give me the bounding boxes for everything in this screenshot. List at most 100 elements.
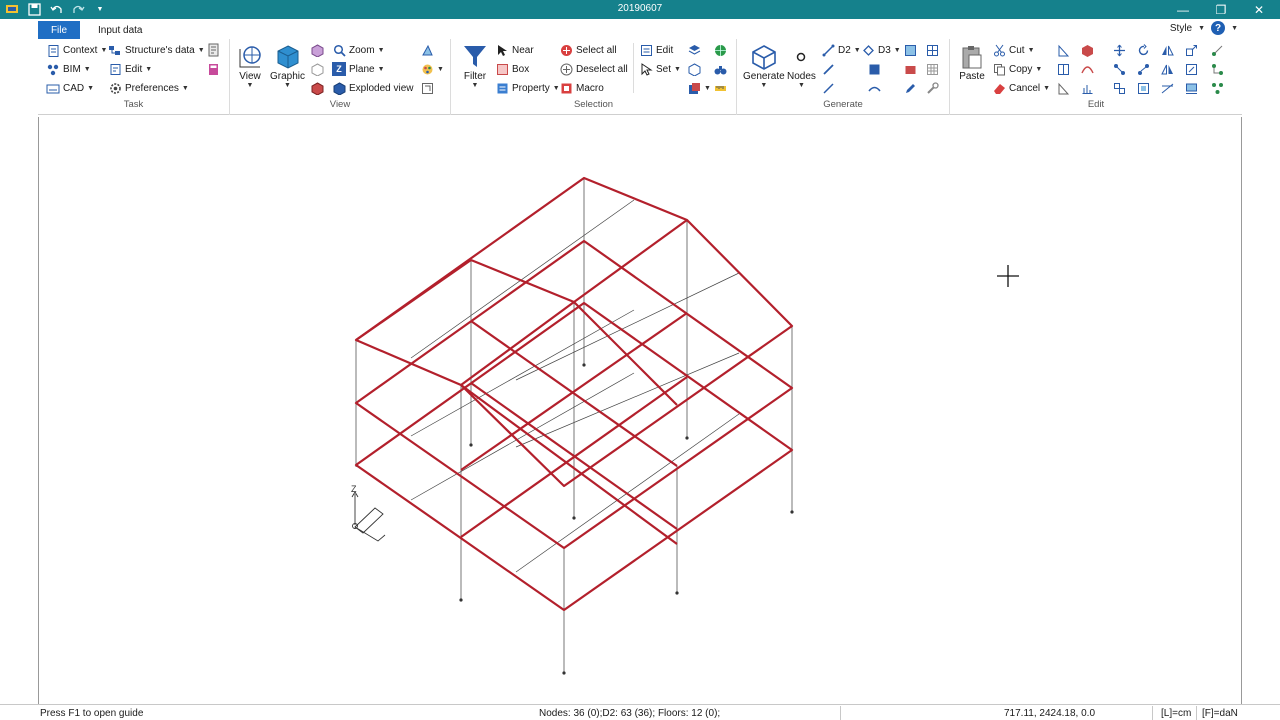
- exploded-view-button[interactable]: Exploded view: [332, 80, 413, 96]
- scale-button[interactable]: [1184, 42, 1198, 58]
- d2-button[interactable]: D2 ▼: [821, 42, 861, 58]
- globe-icon: [713, 43, 727, 57]
- deselect-all-button[interactable]: Deselect all: [559, 61, 628, 77]
- edit-tool-3[interactable]: [1056, 61, 1070, 77]
- tools-button[interactable]: [925, 80, 939, 96]
- paste-button[interactable]: Paste: [958, 43, 986, 82]
- section-view-button[interactable]: [420, 80, 434, 96]
- tab-file[interactable]: File: [38, 21, 80, 39]
- mesh-button[interactable]: [925, 61, 939, 77]
- selection-edit-button[interactable]: Edit: [639, 42, 673, 58]
- help-dropdown-icon[interactable]: ▼: [1231, 25, 1238, 32]
- set-cursor-icon: [639, 62, 653, 76]
- split-button[interactable]: [1136, 61, 1150, 77]
- red-cube-icon: [310, 81, 324, 95]
- structures-data-button[interactable]: Structure's data ▼: [108, 42, 205, 58]
- pencil-button[interactable]: [903, 80, 917, 96]
- set-button[interactable]: Set ▼: [639, 61, 681, 77]
- edit-tool-4[interactable]: [1080, 61, 1094, 77]
- edit-tool-5[interactable]: [1056, 80, 1070, 96]
- cancel-button[interactable]: Cancel ▼: [992, 80, 1050, 96]
- maximize-button[interactable]: ❐: [1202, 0, 1240, 19]
- close-button[interactable]: ✕: [1240, 0, 1278, 19]
- calculator-button[interactable]: [206, 61, 220, 77]
- edit-tool-1[interactable]: [1056, 42, 1070, 58]
- nodes-button[interactable]: Nodes ▼: [787, 43, 816, 89]
- chevron-down-icon[interactable]: ▼: [1198, 25, 1205, 32]
- move-button[interactable]: [1112, 42, 1126, 58]
- surface-button[interactable]: [867, 80, 881, 96]
- structure-wireframe[interactable]: Z: [39, 117, 1243, 704]
- generate-button[interactable]: Generate ▼: [743, 43, 785, 89]
- minimize-button[interactable]: —: [1164, 0, 1202, 19]
- join-button[interactable]: [1112, 61, 1126, 77]
- solids-button[interactable]: ▼: [687, 80, 711, 96]
- view-settings-button[interactable]: [420, 42, 434, 58]
- mirror-axis-button[interactable]: [1160, 61, 1174, 77]
- find-button[interactable]: [713, 61, 727, 77]
- divide-button[interactable]: [1210, 80, 1224, 96]
- property-button[interactable]: Property ▼: [495, 80, 560, 96]
- report-button[interactable]: [206, 42, 220, 58]
- divide-icon: [1210, 81, 1224, 95]
- globe-button[interactable]: [713, 42, 727, 58]
- rotate-icon: [1136, 43, 1150, 57]
- help-icon[interactable]: ?: [1211, 21, 1226, 35]
- length-unit[interactable]: [L]=cm: [1161, 708, 1191, 719]
- offset-button[interactable]: [1136, 80, 1150, 96]
- context-menu-button[interactable]: Context ▼: [46, 42, 107, 58]
- bar-button[interactable]: [821, 61, 835, 77]
- slab-button[interactable]: [867, 61, 881, 77]
- copy-button[interactable]: Copy ▼: [992, 61, 1042, 77]
- trim-button[interactable]: [1160, 80, 1174, 96]
- rotate-button[interactable]: [1136, 42, 1150, 58]
- status-bar: Press F1 to open guide Nodes: 36 (0);D2:…: [0, 704, 1280, 720]
- beam-button[interactable]: [821, 80, 835, 96]
- solid-cube-button[interactable]: [310, 80, 324, 96]
- model-viewport[interactable]: Z: [38, 117, 1242, 704]
- node-circle-icon: [787, 43, 815, 71]
- d3-button[interactable]: D3 ▼: [861, 42, 901, 58]
- surface-icon: [867, 81, 881, 95]
- grid-button[interactable]: [925, 42, 939, 58]
- mesh-icon: [925, 62, 939, 76]
- panel-button[interactable]: [903, 42, 917, 58]
- measure-button[interactable]: [713, 80, 727, 96]
- connect-button[interactable]: [1210, 61, 1224, 77]
- tab-input-data[interactable]: Input data: [86, 21, 154, 39]
- extend-button[interactable]: [1210, 42, 1224, 58]
- edit-tool-6[interactable]: [1080, 80, 1094, 96]
- zoom-button[interactable]: Zoom ▼: [332, 42, 385, 58]
- view-button[interactable]: View ▼: [236, 43, 264, 89]
- near-button[interactable]: Near: [495, 42, 534, 58]
- task-edit-button[interactable]: Edit ▼: [108, 61, 152, 77]
- macro-button[interactable]: Macro: [559, 80, 604, 96]
- scale-icon: [1184, 43, 1198, 57]
- edit-tool-2[interactable]: [1080, 42, 1094, 58]
- layers-button[interactable]: [687, 42, 701, 58]
- filter-button[interactable]: Filter ▼: [461, 43, 489, 89]
- deselect-all-icon: [559, 62, 573, 76]
- stretch-button[interactable]: [1184, 61, 1198, 77]
- wire-cube-button[interactable]: [310, 61, 324, 77]
- plane-button[interactable]: Z Plane ▼: [332, 61, 385, 77]
- copy-array-button[interactable]: [1112, 80, 1126, 96]
- view-cube-button[interactable]: [310, 42, 324, 58]
- wall-icon: [903, 62, 917, 76]
- wall-button[interactable]: [903, 61, 917, 77]
- preferences-button[interactable]: Preferences ▼: [108, 80, 189, 96]
- box-select-button[interactable]: Box: [495, 61, 529, 77]
- mirror-button[interactable]: [1160, 42, 1174, 58]
- align-button[interactable]: [1184, 80, 1198, 96]
- graphic-button[interactable]: Graphic ▼: [270, 43, 305, 89]
- group-select-button[interactable]: [687, 61, 701, 77]
- color-button[interactable]: ▼: [420, 61, 444, 77]
- force-unit[interactable]: [F]=daN: [1202, 708, 1238, 719]
- bim-menu-button[interactable]: BIM ▼: [46, 61, 91, 77]
- cube-icon: [274, 43, 302, 71]
- cad-menu-button[interactable]: CAD ▼: [46, 80, 94, 96]
- select-all-button[interactable]: Select all: [559, 42, 617, 58]
- cut-button[interactable]: Cut ▼: [992, 42, 1035, 58]
- style-menu[interactable]: Style: [1170, 23, 1192, 34]
- group-task: Context ▼ Structure's data ▼ BIM ▼ Edit ▼ CA…: [38, 39, 230, 115]
